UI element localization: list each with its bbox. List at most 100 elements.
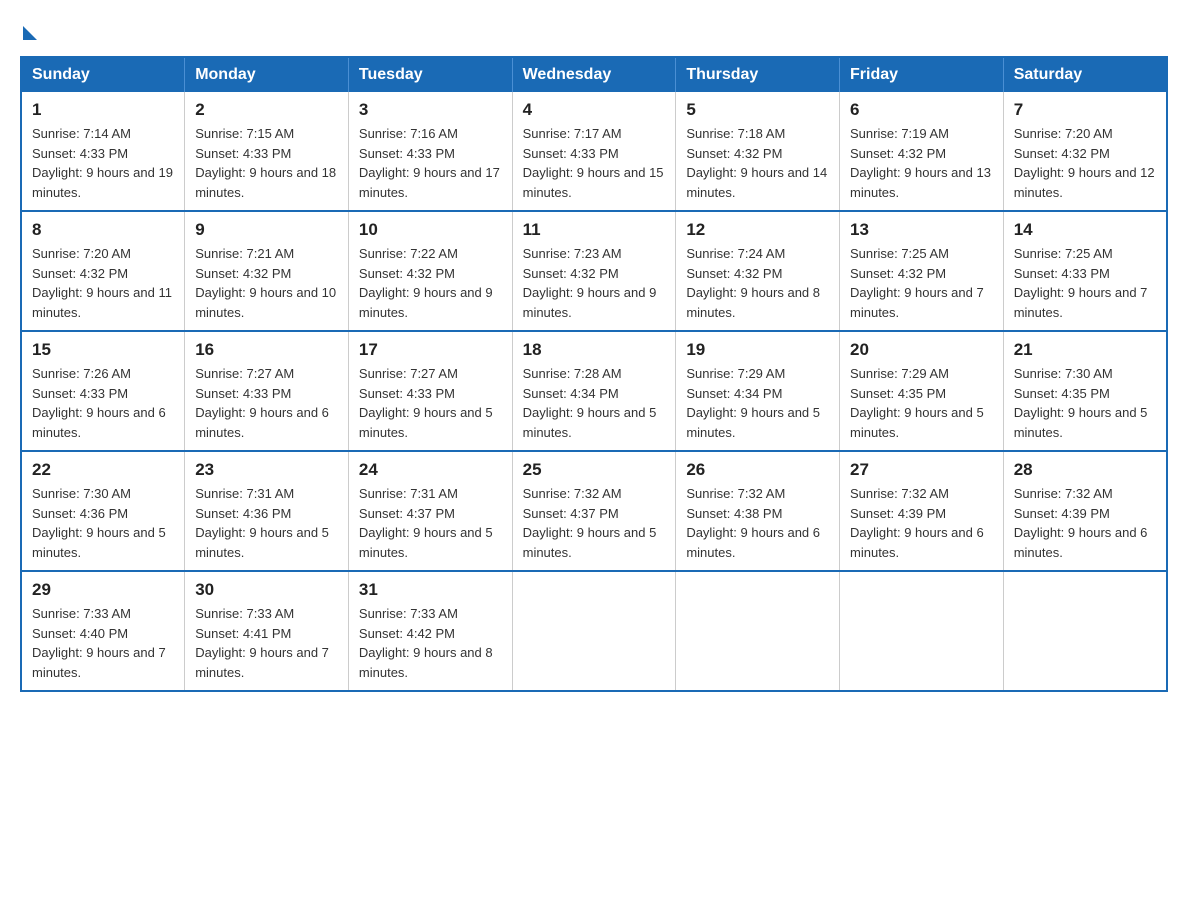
calendar-cell: 10 Sunrise: 7:22 AM Sunset: 4:32 PM Dayl… xyxy=(348,211,512,331)
day-info: Sunrise: 7:33 AM Sunset: 4:41 PM Dayligh… xyxy=(195,604,338,682)
day-info: Sunrise: 7:25 AM Sunset: 4:33 PM Dayligh… xyxy=(1014,244,1156,322)
day-number: 19 xyxy=(686,340,829,360)
day-number: 15 xyxy=(32,340,174,360)
day-info: Sunrise: 7:29 AM Sunset: 4:35 PM Dayligh… xyxy=(850,364,993,442)
day-number: 26 xyxy=(686,460,829,480)
calendar-cell: 16 Sunrise: 7:27 AM Sunset: 4:33 PM Dayl… xyxy=(185,331,349,451)
calendar-cell: 8 Sunrise: 7:20 AM Sunset: 4:32 PM Dayli… xyxy=(21,211,185,331)
calendar-cell: 6 Sunrise: 7:19 AM Sunset: 4:32 PM Dayli… xyxy=(840,92,1004,211)
day-number: 6 xyxy=(850,100,993,120)
day-info: Sunrise: 7:33 AM Sunset: 4:42 PM Dayligh… xyxy=(359,604,502,682)
calendar-cell: 22 Sunrise: 7:30 AM Sunset: 4:36 PM Dayl… xyxy=(21,451,185,571)
day-info: Sunrise: 7:19 AM Sunset: 4:32 PM Dayligh… xyxy=(850,124,993,202)
day-info: Sunrise: 7:17 AM Sunset: 4:33 PM Dayligh… xyxy=(523,124,666,202)
day-info: Sunrise: 7:24 AM Sunset: 4:32 PM Dayligh… xyxy=(686,244,829,322)
day-info: Sunrise: 7:32 AM Sunset: 4:39 PM Dayligh… xyxy=(850,484,993,562)
day-of-week-header-thursday: Thursday xyxy=(676,57,840,92)
day-info: Sunrise: 7:22 AM Sunset: 4:32 PM Dayligh… xyxy=(359,244,502,322)
calendar-cell: 23 Sunrise: 7:31 AM Sunset: 4:36 PM Dayl… xyxy=(185,451,349,571)
day-info: Sunrise: 7:27 AM Sunset: 4:33 PM Dayligh… xyxy=(359,364,502,442)
day-info: Sunrise: 7:32 AM Sunset: 4:39 PM Dayligh… xyxy=(1014,484,1156,562)
day-number: 1 xyxy=(32,100,174,120)
day-of-week-header-tuesday: Tuesday xyxy=(348,57,512,92)
day-info: Sunrise: 7:30 AM Sunset: 4:35 PM Dayligh… xyxy=(1014,364,1156,442)
day-info: Sunrise: 7:33 AM Sunset: 4:40 PM Dayligh… xyxy=(32,604,174,682)
day-info: Sunrise: 7:32 AM Sunset: 4:38 PM Dayligh… xyxy=(686,484,829,562)
day-info: Sunrise: 7:27 AM Sunset: 4:33 PM Dayligh… xyxy=(195,364,338,442)
calendar-cell xyxy=(1003,571,1167,691)
calendar-cell xyxy=(840,571,1004,691)
page-header xyxy=(20,20,1168,36)
day-number: 30 xyxy=(195,580,338,600)
day-info: Sunrise: 7:20 AM Sunset: 4:32 PM Dayligh… xyxy=(1014,124,1156,202)
day-number: 10 xyxy=(359,220,502,240)
day-number: 8 xyxy=(32,220,174,240)
calendar-cell: 7 Sunrise: 7:20 AM Sunset: 4:32 PM Dayli… xyxy=(1003,92,1167,211)
calendar-cell: 27 Sunrise: 7:32 AM Sunset: 4:39 PM Dayl… xyxy=(840,451,1004,571)
day-of-week-header-monday: Monday xyxy=(185,57,349,92)
calendar-cell: 20 Sunrise: 7:29 AM Sunset: 4:35 PM Dayl… xyxy=(840,331,1004,451)
calendar-cell: 1 Sunrise: 7:14 AM Sunset: 4:33 PM Dayli… xyxy=(21,92,185,211)
day-of-week-header-friday: Friday xyxy=(840,57,1004,92)
day-number: 9 xyxy=(195,220,338,240)
day-info: Sunrise: 7:31 AM Sunset: 4:37 PM Dayligh… xyxy=(359,484,502,562)
calendar-cell: 28 Sunrise: 7:32 AM Sunset: 4:39 PM Dayl… xyxy=(1003,451,1167,571)
day-number: 11 xyxy=(523,220,666,240)
calendar-cell: 30 Sunrise: 7:33 AM Sunset: 4:41 PM Dayl… xyxy=(185,571,349,691)
day-number: 17 xyxy=(359,340,502,360)
calendar-cell: 11 Sunrise: 7:23 AM Sunset: 4:32 PM Dayl… xyxy=(512,211,676,331)
day-number: 12 xyxy=(686,220,829,240)
calendar-cell: 31 Sunrise: 7:33 AM Sunset: 4:42 PM Dayl… xyxy=(348,571,512,691)
day-number: 14 xyxy=(1014,220,1156,240)
day-info: Sunrise: 7:30 AM Sunset: 4:36 PM Dayligh… xyxy=(32,484,174,562)
calendar-cell: 26 Sunrise: 7:32 AM Sunset: 4:38 PM Dayl… xyxy=(676,451,840,571)
day-number: 3 xyxy=(359,100,502,120)
day-number: 22 xyxy=(32,460,174,480)
day-number: 4 xyxy=(523,100,666,120)
day-of-week-header-sunday: Sunday xyxy=(21,57,185,92)
day-number: 20 xyxy=(850,340,993,360)
calendar-cell: 12 Sunrise: 7:24 AM Sunset: 4:32 PM Dayl… xyxy=(676,211,840,331)
day-of-week-header-wednesday: Wednesday xyxy=(512,57,676,92)
calendar-cell: 24 Sunrise: 7:31 AM Sunset: 4:37 PM Dayl… xyxy=(348,451,512,571)
calendar-cell: 3 Sunrise: 7:16 AM Sunset: 4:33 PM Dayli… xyxy=(348,92,512,211)
day-info: Sunrise: 7:21 AM Sunset: 4:32 PM Dayligh… xyxy=(195,244,338,322)
day-number: 18 xyxy=(523,340,666,360)
day-number: 24 xyxy=(359,460,502,480)
calendar-header-row: SundayMondayTuesdayWednesdayThursdayFrid… xyxy=(21,57,1167,92)
day-number: 25 xyxy=(523,460,666,480)
day-number: 23 xyxy=(195,460,338,480)
day-info: Sunrise: 7:20 AM Sunset: 4:32 PM Dayligh… xyxy=(32,244,174,322)
calendar-cell: 17 Sunrise: 7:27 AM Sunset: 4:33 PM Dayl… xyxy=(348,331,512,451)
calendar-cell: 21 Sunrise: 7:30 AM Sunset: 4:35 PM Dayl… xyxy=(1003,331,1167,451)
day-number: 27 xyxy=(850,460,993,480)
calendar-cell: 5 Sunrise: 7:18 AM Sunset: 4:32 PM Dayli… xyxy=(676,92,840,211)
day-info: Sunrise: 7:31 AM Sunset: 4:36 PM Dayligh… xyxy=(195,484,338,562)
day-number: 2 xyxy=(195,100,338,120)
calendar-cell: 4 Sunrise: 7:17 AM Sunset: 4:33 PM Dayli… xyxy=(512,92,676,211)
day-number: 31 xyxy=(359,580,502,600)
day-number: 21 xyxy=(1014,340,1156,360)
day-number: 29 xyxy=(32,580,174,600)
day-info: Sunrise: 7:26 AM Sunset: 4:33 PM Dayligh… xyxy=(32,364,174,442)
day-info: Sunrise: 7:16 AM Sunset: 4:33 PM Dayligh… xyxy=(359,124,502,202)
calendar-week-row: 15 Sunrise: 7:26 AM Sunset: 4:33 PM Dayl… xyxy=(21,331,1167,451)
day-number: 7 xyxy=(1014,100,1156,120)
day-info: Sunrise: 7:14 AM Sunset: 4:33 PM Dayligh… xyxy=(32,124,174,202)
logo-arrow-icon xyxy=(23,26,37,40)
day-info: Sunrise: 7:23 AM Sunset: 4:32 PM Dayligh… xyxy=(523,244,666,322)
day-info: Sunrise: 7:32 AM Sunset: 4:37 PM Dayligh… xyxy=(523,484,666,562)
calendar-week-row: 22 Sunrise: 7:30 AM Sunset: 4:36 PM Dayl… xyxy=(21,451,1167,571)
day-info: Sunrise: 7:29 AM Sunset: 4:34 PM Dayligh… xyxy=(686,364,829,442)
logo xyxy=(20,20,37,36)
calendar-cell: 13 Sunrise: 7:25 AM Sunset: 4:32 PM Dayl… xyxy=(840,211,1004,331)
calendar-cell: 19 Sunrise: 7:29 AM Sunset: 4:34 PM Dayl… xyxy=(676,331,840,451)
day-info: Sunrise: 7:25 AM Sunset: 4:32 PM Dayligh… xyxy=(850,244,993,322)
day-info: Sunrise: 7:18 AM Sunset: 4:32 PM Dayligh… xyxy=(686,124,829,202)
calendar-cell: 15 Sunrise: 7:26 AM Sunset: 4:33 PM Dayl… xyxy=(21,331,185,451)
calendar-cell xyxy=(676,571,840,691)
calendar-cell: 18 Sunrise: 7:28 AM Sunset: 4:34 PM Dayl… xyxy=(512,331,676,451)
day-number: 5 xyxy=(686,100,829,120)
day-info: Sunrise: 7:15 AM Sunset: 4:33 PM Dayligh… xyxy=(195,124,338,202)
calendar-cell: 29 Sunrise: 7:33 AM Sunset: 4:40 PM Dayl… xyxy=(21,571,185,691)
